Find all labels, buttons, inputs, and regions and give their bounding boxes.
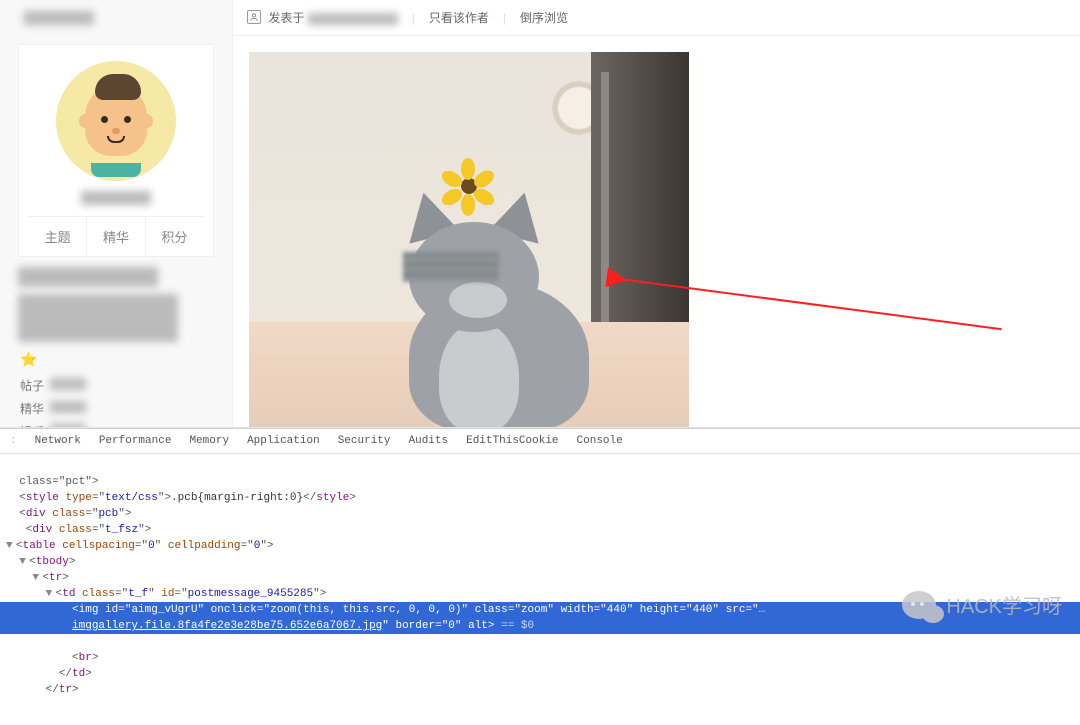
devtools-tab-memory[interactable]: Memory xyxy=(189,435,229,447)
link-author-only[interactable]: 只看该作者 xyxy=(429,9,489,26)
post-meta-bar: 发表于 | 只看该作者 | 倒序浏览 xyxy=(233,0,1080,36)
below-card: ⭐ 帖子 精华 银币 在线时间 xyxy=(18,257,214,428)
separator: | xyxy=(412,11,415,25)
user-icon xyxy=(247,10,261,24)
profile-tabs: 主题 精华 积分 xyxy=(29,216,203,256)
devtools-tab-editthiscookie[interactable]: EditThisCookie xyxy=(466,435,558,447)
forum-post-area: 主题 精华 积分 ⭐ 帖子 精华 银币 在线时间 发表于 xyxy=(0,0,1080,428)
stat-essence: 精华 xyxy=(18,397,214,420)
stat-posts: 帖子 xyxy=(18,374,214,397)
tab-points[interactable]: 积分 xyxy=(145,217,203,256)
devtools-tabs: : Network Performance Memory Application… xyxy=(0,429,1080,454)
stat-silver: 银币 xyxy=(18,420,214,428)
tab-topic[interactable]: 主题 xyxy=(29,217,86,256)
posted-at: 发表于 xyxy=(247,9,398,26)
tab-essence[interactable]: 精华 xyxy=(86,217,144,256)
image-redaction xyxy=(403,252,499,282)
watermark-text: HACK学习呀 xyxy=(946,590,1062,619)
devtools-tab-audits[interactable]: Audits xyxy=(409,435,449,447)
username-row xyxy=(18,0,214,36)
user-title-redacted xyxy=(81,191,151,205)
watermark: HACK学习呀 xyxy=(902,590,1062,619)
post-body xyxy=(233,36,1080,428)
user-sidebar: 主题 精华 积分 ⭐ 帖子 精华 银币 在线时间 xyxy=(0,0,232,427)
avatar[interactable] xyxy=(56,61,176,181)
user-stats: 帖子 精华 银币 在线时间 xyxy=(18,374,214,428)
redacted-row-1 xyxy=(18,267,158,287)
separator: | xyxy=(503,11,506,25)
wechat-icon xyxy=(902,591,936,619)
username-redacted xyxy=(24,11,94,25)
posted-at-time-redacted xyxy=(308,13,398,25)
star-icon: ⭐ xyxy=(20,351,214,368)
profile-card: 主题 精华 积分 xyxy=(18,44,214,257)
devtools-tab-console[interactable]: Console xyxy=(577,435,623,447)
redacted-row-2 xyxy=(18,294,178,342)
devtools-tab-application[interactable]: Application xyxy=(247,435,320,447)
elements-source[interactable]: class="pct"> <style type="text/css">.pcb… xyxy=(0,454,1080,724)
devtools-panel: : Network Performance Memory Application… xyxy=(0,428,1080,724)
post-main: 发表于 | 只看该作者 | 倒序浏览 xyxy=(232,0,1080,427)
devtools-tab-network[interactable]: Network xyxy=(35,435,81,447)
post-image[interactable] xyxy=(249,52,689,428)
devtools-tab-more[interactable]: : xyxy=(10,435,17,447)
avatar-wrap xyxy=(29,57,203,191)
link-reverse-order[interactable]: 倒序浏览 xyxy=(520,9,568,26)
devtools-tab-performance[interactable]: Performance xyxy=(99,435,172,447)
posted-at-label: 发表于 xyxy=(268,11,304,25)
devtools-tab-security[interactable]: Security xyxy=(338,435,391,447)
